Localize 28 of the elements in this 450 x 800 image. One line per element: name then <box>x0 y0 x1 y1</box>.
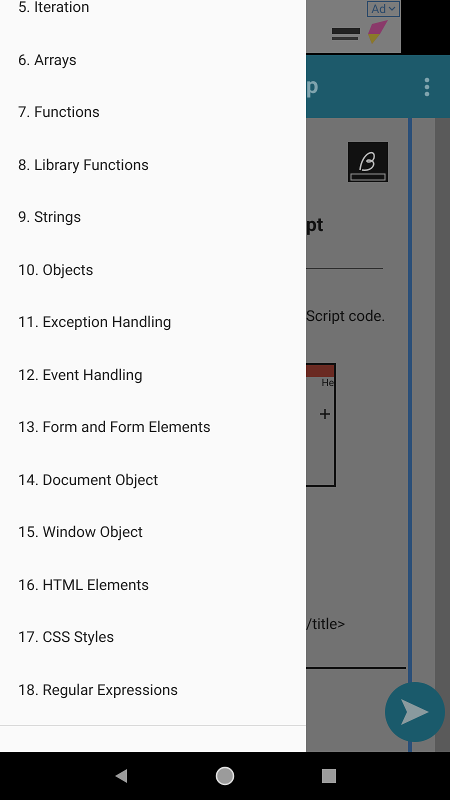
drawer-item[interactable]: 13. Form and Form Elements <box>18 416 211 438</box>
window-title-bar <box>306 365 334 377</box>
drawer-item[interactable]: 10. Objects <box>18 258 94 281</box>
back-icon[interactable] <box>114 768 128 784</box>
plus-icon <box>318 407 332 421</box>
drawer-item[interactable]: 14. Document Object <box>18 468 158 491</box>
home-icon[interactable] <box>214 766 235 786</box>
chevron-down-icon <box>388 6 396 12</box>
drawer-item[interactable]: 5. Iteration <box>18 0 90 18</box>
page-heading: pt <box>306 214 324 236</box>
drawer-item[interactable]: 16. HTML Elements <box>18 574 150 596</box>
drawer-item[interactable]: 8. Library Functions <box>18 154 149 176</box>
drawer-item[interactable]: 7. Functions <box>18 101 100 124</box>
send-icon <box>401 699 429 725</box>
drawer-item[interactable]: 11. Exception Handling <box>18 311 172 334</box>
code-text: /title> <box>306 615 346 633</box>
logo-icon <box>348 142 388 182</box>
menu-text: He <box>322 377 334 391</box>
toolbar-title: p <box>306 73 318 101</box>
drawer-item[interactable]: 15. Window Object <box>18 521 143 544</box>
more-options-icon[interactable] <box>424 76 430 96</box>
drawer-item[interactable]: 12. Event Handling <box>18 364 143 386</box>
drawer-item[interactable]: 17. CSS Styles <box>18 626 114 648</box>
drawer-item[interactable]: 6. Arrays <box>18 48 77 71</box>
recents-icon[interactable] <box>322 769 336 783</box>
drawer-item[interactable]: 9. Strings <box>18 206 82 228</box>
page-text: Script code. <box>306 307 386 325</box>
drawer-item[interactable]: 18. Regular Expressions <box>18 678 178 701</box>
